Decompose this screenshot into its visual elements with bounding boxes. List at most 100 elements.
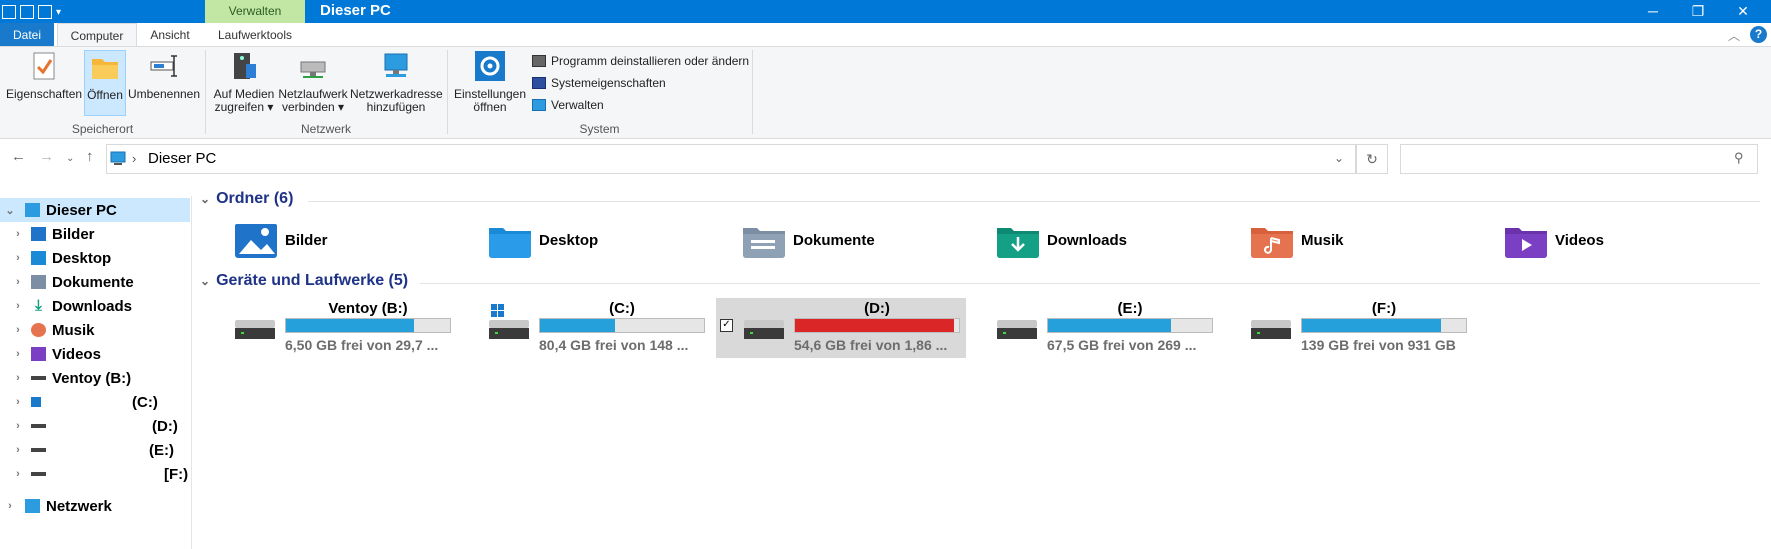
- open-label: Öffnen: [87, 88, 123, 102]
- group-label-netzwerk: Netzwerk: [300, 122, 351, 136]
- chevron-right-icon[interactable]: ›: [11, 276, 25, 288]
- breadcrumb-separator[interactable]: ›: [132, 151, 136, 166]
- open-settings-button[interactable]: Einstellungen öffnen: [452, 50, 528, 114]
- section-title: Geräte und Laufwerke (5): [216, 272, 409, 289]
- rename-button[interactable]: Umbenennen: [127, 50, 201, 101]
- chevron-down-icon[interactable]: ⌄: [200, 192, 210, 206]
- open-button[interactable]: Öffnen: [84, 50, 126, 116]
- drive-label: (C:): [609, 300, 635, 317]
- nav-label: Dokumente: [52, 273, 134, 291]
- folder-bilder[interactable]: Bilder: [235, 218, 328, 262]
- chevron-right-icon[interactable]: ›: [11, 300, 25, 312]
- drive-tile[interactable]: (C:) 80,4 GB frei von 148 ...: [487, 298, 709, 358]
- tab-laufwerktools[interactable]: Laufwerktools: [205, 23, 305, 47]
- nav-item-c[interactable]: › (C:): [0, 390, 190, 414]
- properties-button[interactable]: Eigenschaften: [6, 50, 82, 101]
- chevron-down-icon[interactable]: ⌄: [200, 274, 210, 288]
- nav-item-downloads[interactable]: › ⤓ Downloads: [0, 294, 190, 318]
- new-folder-icon[interactable]: [38, 5, 52, 19]
- section-header-ordner[interactable]: ⌄ Ordner (6): [200, 190, 293, 208]
- selection-checkbox[interactable]: ✓: [720, 319, 733, 332]
- folder-dokumente[interactable]: Dokumente: [743, 218, 875, 262]
- nav-item-f[interactable]: › [F:): [0, 462, 190, 486]
- section-title: Ordner (6): [216, 190, 294, 207]
- address-dropdown-icon[interactable]: ⌄: [1334, 151, 1344, 165]
- tab-computer[interactable]: Computer: [57, 23, 137, 47]
- help-icon[interactable]: ?: [1750, 26, 1767, 43]
- folder-name: Dokumente: [793, 231, 875, 249]
- nav-item-d[interactable]: › (D:): [0, 414, 190, 438]
- system-properties-button[interactable]: Systemeigenschaften: [532, 76, 666, 90]
- drive-free-space: 139 GB frei von 931 GB: [1301, 337, 1456, 353]
- chevron-right-icon[interactable]: ›: [11, 348, 25, 360]
- nav-item-videos[interactable]: › Videos: [0, 342, 190, 366]
- tab-ansicht[interactable]: Ansicht: [140, 23, 200, 47]
- desktop-folder-icon: [489, 228, 531, 258]
- nav-item-netzwerk[interactable]: › Netzwerk: [0, 494, 190, 518]
- pictures-icon: [31, 227, 46, 241]
- nav-item-dokumente[interactable]: › Dokumente: [0, 270, 190, 294]
- drive-label: (E:): [1117, 300, 1143, 317]
- map-network-drive-button[interactable]: Netzlaufwerk verbinden ▾: [278, 50, 348, 114]
- add-network-location-button[interactable]: Netzwerkadresse hinzufügen: [350, 50, 443, 114]
- properties-icon[interactable]: [20, 5, 34, 19]
- chevron-right-icon[interactable]: ›: [11, 396, 25, 408]
- up-button[interactable]: ↑: [86, 148, 94, 165]
- nav-item-bilder[interactable]: › Bilder: [0, 222, 190, 246]
- drive-usage-fill: [795, 319, 955, 332]
- drive-free-space: 67,5 GB frei von 269 ...: [1047, 337, 1197, 353]
- drive-tile[interactable]: (E:) 67,5 GB frei von 269 ...: [995, 298, 1217, 358]
- add-location-label-2: hinzufügen: [366, 100, 426, 114]
- folder-desktop[interactable]: Desktop: [489, 218, 598, 262]
- properties-check-icon: [33, 52, 55, 80]
- search-icon[interactable]: ⚲: [1734, 150, 1744, 166]
- forward-button[interactable]: →: [39, 148, 54, 165]
- download-arrow-icon: ⤓: [35, 297, 42, 314]
- drive-tile[interactable]: (F:) 139 GB frei von 931 GB: [1249, 298, 1471, 358]
- section-header-geraete[interactable]: ⌄ Geräte und Laufwerke (5): [200, 272, 408, 290]
- qat-dropdown-icon[interactable]: ▾: [56, 7, 61, 18]
- refresh-button[interactable]: ↻: [1356, 144, 1388, 174]
- maximize-button[interactable]: ❐: [1675, 0, 1721, 23]
- chevron-right-icon[interactable]: ›: [11, 468, 25, 480]
- tab-datei[interactable]: Datei: [0, 23, 54, 47]
- nav-item-e[interactable]: › (E:): [0, 438, 190, 462]
- drive-usage-fill: [1048, 319, 1171, 332]
- chevron-right-icon[interactable]: ›: [11, 444, 25, 456]
- uninstall-program-button[interactable]: Programm deinstallieren oder ändern: [532, 54, 749, 68]
- nav-item-musik[interactable]: › Musik: [0, 318, 190, 342]
- access-media-button[interactable]: Auf Medien zugreifen ▾: [210, 50, 278, 114]
- drive-free-space: 54,6 GB frei von 1,86 ...: [794, 337, 948, 353]
- collapse-ribbon-icon[interactable]: ︿: [1728, 27, 1740, 44]
- back-button[interactable]: ←: [11, 148, 26, 165]
- folder-name: Downloads: [1047, 231, 1128, 249]
- chevron-right-icon[interactable]: ›: [11, 420, 25, 432]
- chevron-right-icon[interactable]: ›: [3, 500, 17, 512]
- map-drive-label-2: verbinden ▾: [281, 100, 345, 114]
- folder-downloads[interactable]: Downloads: [997, 218, 1127, 262]
- network-drive-icon: [300, 61, 326, 78]
- breadcrumb-dieser-pc[interactable]: Dieser PC: [148, 150, 216, 167]
- group-label-speicherort: Speicherort: [71, 122, 134, 136]
- nav-item-desktop[interactable]: › Desktop: [0, 246, 190, 270]
- chevron-right-icon[interactable]: ›: [11, 372, 25, 384]
- nav-label: (E:): [149, 441, 174, 459]
- context-tab-verwalten[interactable]: Verwalten: [205, 0, 305, 23]
- folder-musik[interactable]: Musik: [1251, 218, 1344, 262]
- drive-tile[interactable]: Ventoy (B:) 6,50 GB frei von 29,7 ...: [233, 298, 455, 358]
- search-input[interactable]: [1400, 144, 1758, 174]
- minimize-button[interactable]: ─: [1630, 0, 1676, 23]
- pc-icon[interactable]: [2, 5, 16, 19]
- address-bar[interactable]: [106, 144, 1356, 174]
- chevron-right-icon[interactable]: ›: [11, 228, 25, 240]
- chevron-down-icon[interactable]: ⌄: [3, 204, 17, 217]
- nav-item-dieser-pc[interactable]: ⌄ Dieser PC: [0, 198, 190, 222]
- chevron-right-icon[interactable]: ›: [11, 324, 25, 336]
- close-button[interactable]: ✕: [1720, 0, 1766, 23]
- nav-item-ventoy-b[interactable]: › Ventoy (B:): [0, 366, 190, 390]
- recent-locations-icon[interactable]: ⌄: [66, 153, 74, 164]
- drive-tile-selected[interactable]: ✓ (D:) 54,6 GB frei von 1,86 ...: [716, 298, 966, 358]
- folder-videos[interactable]: Videos: [1505, 218, 1604, 262]
- chevron-right-icon[interactable]: ›: [11, 252, 25, 264]
- manage-button[interactable]: Verwalten: [532, 98, 604, 112]
